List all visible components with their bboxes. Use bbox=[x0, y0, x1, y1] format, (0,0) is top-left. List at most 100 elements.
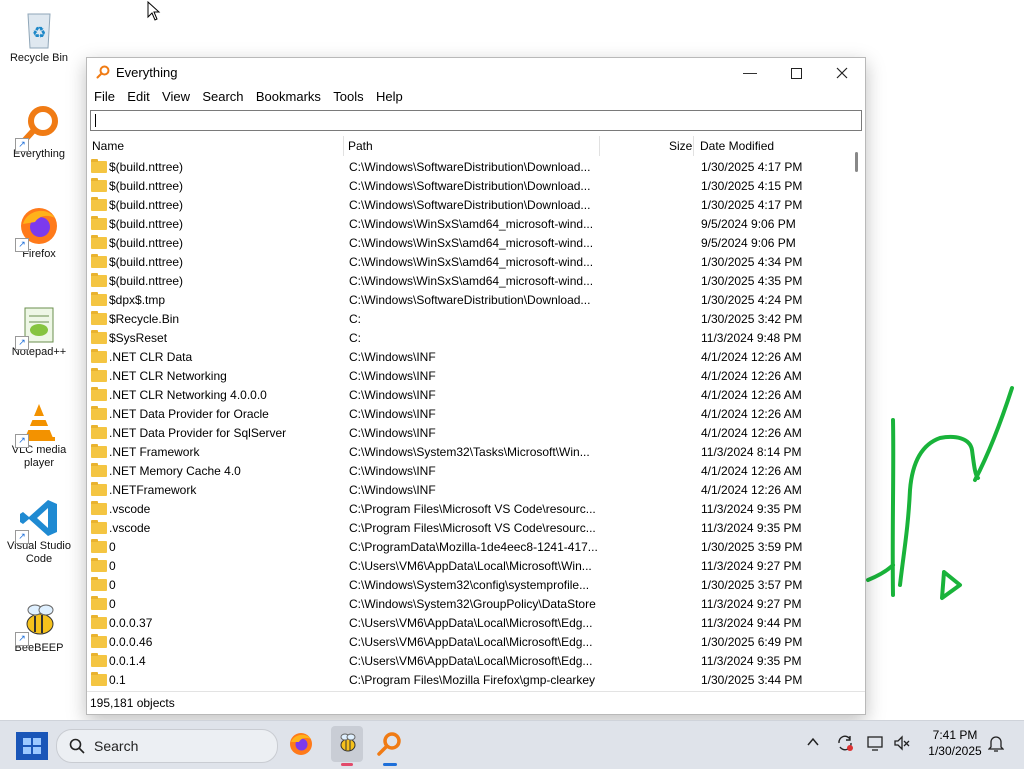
column-name[interactable]: Name bbox=[92, 136, 124, 156]
shortcut-arrow-icon: ↗ bbox=[15, 434, 29, 448]
mouse-cursor-icon bbox=[147, 1, 161, 21]
vlc-icon: ↗ bbox=[15, 400, 61, 448]
menu-tools[interactable]: Tools bbox=[326, 86, 363, 108]
table-row[interactable]: 0 C:\ProgramData\Mozilla-1de4eec8-1241-41… bbox=[87, 538, 847, 557]
row-date-modified: 4/1/2024 12:26 AM bbox=[701, 464, 802, 478]
column-size[interactable]: Size bbox=[669, 136, 692, 156]
menu-bookmarks[interactable]: Bookmarks bbox=[249, 86, 321, 108]
table-row[interactable]: .vscode C:\Program Files\Microsoft VS Cod… bbox=[87, 519, 847, 538]
table-row[interactable]: $SysReset C: 11/3/2024 9:48 PM bbox=[87, 329, 847, 348]
menu-file[interactable]: File bbox=[87, 86, 115, 108]
row-date-modified: 11/3/2024 9:27 PM bbox=[701, 559, 802, 573]
table-row[interactable]: .NET CLR Networking C:\Windows\INF 4/1/202… bbox=[87, 367, 847, 386]
desktop-icon-everything[interactable]: ↗ Everything bbox=[2, 104, 76, 161]
taskbar-search[interactable]: Search bbox=[56, 729, 278, 763]
table-row[interactable]: $(build.nttree) C:\Windows\WinSxS\amd64_m… bbox=[87, 272, 847, 291]
table-row[interactable]: $(build.nttree) C:\Windows\WinSxS\amd64_m… bbox=[87, 215, 847, 234]
window-title: Everything bbox=[116, 65, 178, 80]
volume-muted-icon[interactable] bbox=[893, 734, 911, 755]
menu-help[interactable]: Help bbox=[369, 86, 403, 108]
table-row[interactable]: 0.1 C:\Program Files\Mozilla Firefox\gmp-… bbox=[87, 671, 847, 688]
table-row[interactable]: 0.0.0.46 C:\Users\VM6\AppData\Local\Micro… bbox=[87, 633, 847, 652]
network-icon[interactable] bbox=[866, 734, 884, 755]
search-input[interactable] bbox=[90, 110, 862, 131]
desktop-icon-label: BeeBEEP bbox=[14, 642, 64, 654]
table-row[interactable]: .NET Data Provider for Oracle C:\Windows\… bbox=[87, 405, 847, 424]
folder-icon bbox=[91, 216, 107, 230]
desktop-icon-vlc[interactable]: ↗ VLC media player bbox=[2, 400, 76, 470]
sync-icon[interactable] bbox=[836, 734, 854, 755]
menu-view[interactable]: View bbox=[155, 86, 190, 108]
table-row[interactable]: 0 C:\Users\VM6\AppData\Local\Microsoft\Wi… bbox=[87, 557, 847, 576]
table-row[interactable]: $(build.nttree) C:\Windows\SoftwareDistri… bbox=[87, 177, 847, 196]
maximize-button[interactable] bbox=[773, 58, 819, 86]
scrollbar-thumb[interactable] bbox=[855, 152, 858, 172]
system-clock[interactable]: 7:41 PM 1/30/2025 bbox=[920, 727, 990, 759]
desktop-icon-firefox[interactable]: ↗ Firefox bbox=[2, 204, 76, 261]
table-row[interactable]: 0 C:\Windows\System32\GroupPolicy\DataSto… bbox=[87, 595, 847, 614]
row-path: C:\Windows\System32\GroupPolicy\DataStor… bbox=[349, 597, 596, 611]
start-button[interactable] bbox=[16, 732, 48, 760]
vertical-scrollbar[interactable] bbox=[851, 150, 863, 688]
taskbar-firefox[interactable] bbox=[287, 730, 315, 758]
desktop-icon-recycle-bin[interactable]: ♻ Recycle Bin bbox=[2, 8, 76, 65]
table-row[interactable]: .NET Memory Cache 4.0 C:\Windows\INF 4/1/2… bbox=[87, 462, 847, 481]
menu-search[interactable]: Search bbox=[195, 86, 243, 108]
table-row[interactable]: $(build.nttree) C:\Windows\WinSxS\amd64_m… bbox=[87, 253, 847, 272]
table-row[interactable]: .NET CLR Networking 4.0.0.0 C:\Windows\IN… bbox=[87, 386, 847, 405]
text-caret bbox=[95, 114, 96, 127]
table-row[interactable]: .NET Framework C:\Windows\System32\Tasks\… bbox=[87, 443, 847, 462]
menu-edit[interactable]: Edit bbox=[120, 86, 149, 108]
row-name: 0 bbox=[109, 578, 116, 592]
table-row[interactable]: $(build.nttree) C:\Windows\SoftwareDistri… bbox=[87, 158, 847, 177]
desktop-icon-vscode[interactable]: ↗ Visual Studio Code bbox=[2, 496, 76, 566]
column-date-modified[interactable]: Date Modified bbox=[700, 136, 774, 156]
taskbar-beebeep[interactable] bbox=[331, 726, 363, 762]
desktop-icon-beebeep[interactable]: ↗ BeeBEEP bbox=[2, 598, 76, 655]
row-date-modified: 11/3/2024 9:48 PM bbox=[701, 331, 802, 345]
table-row[interactable]: .NETFramework C:\Windows\INF 4/1/2024 12:2… bbox=[87, 481, 847, 500]
shortcut-arrow-icon: ↗ bbox=[15, 138, 29, 152]
folder-icon bbox=[91, 596, 107, 610]
column-divider[interactable] bbox=[343, 136, 344, 156]
row-date-modified: 9/5/2024 9:06 PM bbox=[701, 236, 796, 250]
row-date-modified: 4/1/2024 12:26 AM bbox=[701, 407, 802, 421]
table-row[interactable]: 0.0.1.4 C:\Users\VM6\AppData\Local\Micros… bbox=[87, 652, 847, 671]
row-name: $(build.nttree) bbox=[109, 274, 184, 288]
row-name: $(build.nttree) bbox=[109, 198, 184, 212]
recycle-bin-icon: ♻ bbox=[17, 8, 61, 52]
tray-chevron-up-icon[interactable] bbox=[806, 735, 820, 752]
table-row[interactable]: .vscode C:\Program Files\Microsoft VS Cod… bbox=[87, 500, 847, 519]
folder-icon bbox=[91, 615, 107, 629]
title-bar[interactable]: Everything — bbox=[87, 58, 865, 86]
notification-bell-icon[interactable] bbox=[987, 734, 1005, 755]
table-row[interactable]: $(build.nttree) C:\Windows\SoftwareDistri… bbox=[87, 196, 847, 215]
folder-icon bbox=[91, 197, 107, 211]
desktop-icon-notepad-plus-plus[interactable]: ↗ Notepad++ bbox=[2, 302, 76, 359]
table-row[interactable]: $dpx$.tmp C:\Windows\SoftwareDistribution… bbox=[87, 291, 847, 310]
row-name: 0 bbox=[109, 597, 116, 611]
table-row[interactable]: .NET CLR Data C:\Windows\INF 4/1/2024 12:2… bbox=[87, 348, 847, 367]
table-row[interactable]: 0.0.0.37 C:\Users\VM6\AppData\Local\Micro… bbox=[87, 614, 847, 633]
row-name: .NET CLR Networking 4.0.0.0 bbox=[109, 388, 267, 402]
row-date-modified: 4/1/2024 12:26 AM bbox=[701, 388, 802, 402]
table-row[interactable]: 0 C:\Windows\System32\config\systemprofil… bbox=[87, 576, 847, 595]
table-row[interactable]: $Recycle.Bin C: 1/30/2025 3:42 PM bbox=[87, 310, 847, 329]
table-row[interactable]: $(build.nttree) C:\Windows\WinSxS\amd64_m… bbox=[87, 234, 847, 253]
row-date-modified: 1/30/2025 6:49 PM bbox=[701, 635, 803, 649]
row-path: C:\Users\VM6\AppData\Local\Microsoft\Edg… bbox=[349, 654, 593, 668]
everything-window: Everything — File Edit View Search Bookm… bbox=[86, 57, 866, 715]
folder-icon bbox=[91, 444, 107, 458]
taskbar-everything[interactable] bbox=[375, 730, 403, 758]
column-divider[interactable] bbox=[599, 136, 600, 156]
column-path[interactable]: Path bbox=[348, 136, 373, 156]
column-divider[interactable] bbox=[693, 136, 694, 156]
minimize-button[interactable]: — bbox=[727, 58, 773, 86]
row-name: .vscode bbox=[109, 502, 151, 516]
row-path: C:\Windows\SoftwareDistribution\Download… bbox=[349, 160, 591, 174]
object-count: 195,181 objects bbox=[90, 696, 175, 710]
close-button[interactable] bbox=[819, 58, 865, 86]
row-path: C:\Users\VM6\AppData\Local\Microsoft\Edg… bbox=[349, 616, 593, 630]
folder-icon bbox=[91, 577, 107, 591]
table-row[interactable]: .NET Data Provider for SqlServer C:\Windo… bbox=[87, 424, 847, 443]
